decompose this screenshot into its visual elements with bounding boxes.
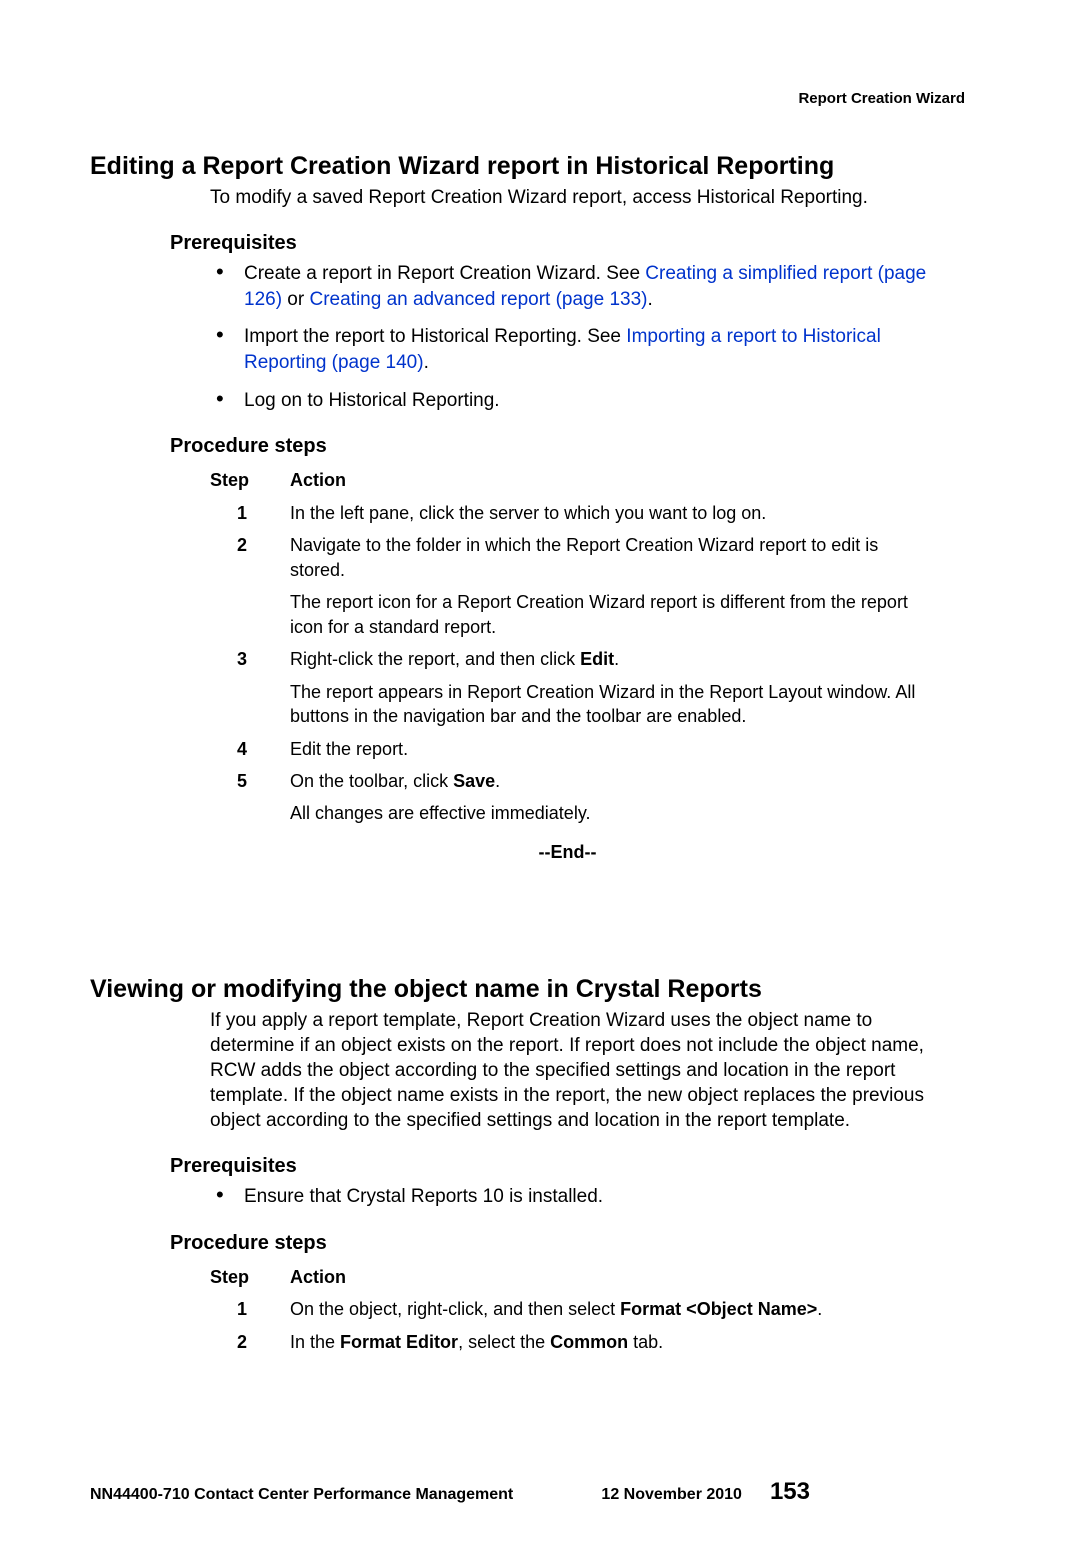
section2-title: Viewing or modifying the object name in … [90,975,925,1004]
text: . [648,289,653,310]
text: Import the report to Historical Reportin… [244,326,626,347]
text: tab. [628,1332,663,1352]
col-action: Action [290,1261,822,1293]
running-header: Report Creation Wizard [90,90,965,107]
step-number: 1 [210,497,290,529]
table-row: 2 Navigate to the folder in which the Re… [210,529,930,643]
section1-steps-table: Step Action 1 In the left pane, click th… [210,464,930,830]
section2-steps-table: Step Action 1 On the object, right-click… [210,1261,822,1358]
list-item: Ensure that Crystal Reports 10 is instal… [210,1184,955,1210]
step-note: The report icon for a Report Creation Wi… [290,590,930,639]
step-action: On the toolbar, click Save. All changes … [290,765,930,830]
footer-date: 12 November 2010 [601,1486,742,1504]
section2-intro: If you apply a report template, Report C… [210,1008,955,1133]
table-row: 4 Edit the report. [210,733,930,765]
col-step: Step [210,1261,290,1293]
step-action: Edit the report. [290,733,930,765]
table-header-row: Step Action [210,1261,822,1293]
step-number: 2 [210,529,290,643]
text: Navigate to the folder in which the Repo… [290,535,878,579]
table-row: 3 Right-click the report, and then click… [210,643,930,732]
step-note: All changes are effective immediately. [290,801,930,825]
list-item: Log on to Historical Reporting. [210,388,955,414]
text: Log on to Historical Reporting. [244,390,500,411]
text: Create a report in Report Creation Wizar… [244,263,645,284]
section1-prereq-list: Create a report in Report Creation Wizar… [210,261,925,413]
table-row: 2 In the Format Editor, select the Commo… [210,1326,822,1358]
text: . [817,1299,822,1319]
section1-steps-heading: Procedure steps [170,435,925,458]
step-note: The report appears in Report Creation Wi… [290,680,930,729]
section2-steps-heading: Procedure steps [170,1232,925,1255]
step-number: 2 [210,1326,290,1358]
section1-title: Editing a Report Creation Wizard report … [90,152,925,181]
section1-prereq-heading: Prerequisites [170,232,925,255]
text: . [424,352,429,373]
step-action: In the Format Editor, select the Common … [290,1326,822,1358]
text: In the [290,1332,340,1352]
list-item: Create a report in Report Creation Wizar… [210,261,955,312]
table-row: 1 On the object, right-click, and then s… [210,1293,822,1325]
step-number: 5 [210,765,290,830]
col-action: Action [290,464,930,496]
page-footer: NN44400-710 Contact Center Performance M… [90,1478,925,1506]
table-header-row: Step Action [210,464,930,496]
footer-page-number: 153 [770,1478,810,1506]
text: Ensure that Crystal Reports 10 is instal… [244,1186,603,1207]
bold-text: Format <Object Name> [620,1299,817,1319]
step-action: Navigate to the folder in which the Repo… [290,529,930,643]
link-creating-advanced-report[interactable]: Creating an advanced report (page 133) [309,289,647,310]
end-marker: --End-- [210,842,925,863]
bold-text: Format Editor [340,1332,458,1352]
table-row: 5 On the toolbar, click Save. All change… [210,765,930,830]
list-item: Import the report to Historical Reportin… [210,324,955,375]
col-step: Step [210,464,290,496]
bold-text: Edit [580,649,614,669]
footer-doc-title: NN44400-710 Contact Center Performance M… [90,1486,513,1504]
page: Report Creation Wizard Editing a Report … [0,0,1080,1566]
section1-intro: To modify a saved Report Creation Wizard… [210,185,955,210]
step-number: 4 [210,733,290,765]
text: On the object, right-click, and then sel… [290,1299,620,1319]
section2-prereq-heading: Prerequisites [170,1155,925,1178]
text: or [282,289,309,310]
text: . [495,771,500,791]
text: . [614,649,619,669]
text: Right-click the report, and then click [290,649,580,669]
table-row: 1 In the left pane, click the server to … [210,497,930,529]
section2-prereq-list: Ensure that Crystal Reports 10 is instal… [210,1184,925,1210]
step-action: On the object, right-click, and then sel… [290,1293,822,1325]
text: On the toolbar, click [290,771,453,791]
step-action: In the left pane, click the server to wh… [290,497,930,529]
section-gap [90,875,925,965]
step-number: 1 [210,1293,290,1325]
step-action: Right-click the report, and then click E… [290,643,930,732]
text: , select the [458,1332,550,1352]
bold-text: Save [453,771,495,791]
step-number: 3 [210,643,290,732]
bold-text: Common [550,1332,628,1352]
